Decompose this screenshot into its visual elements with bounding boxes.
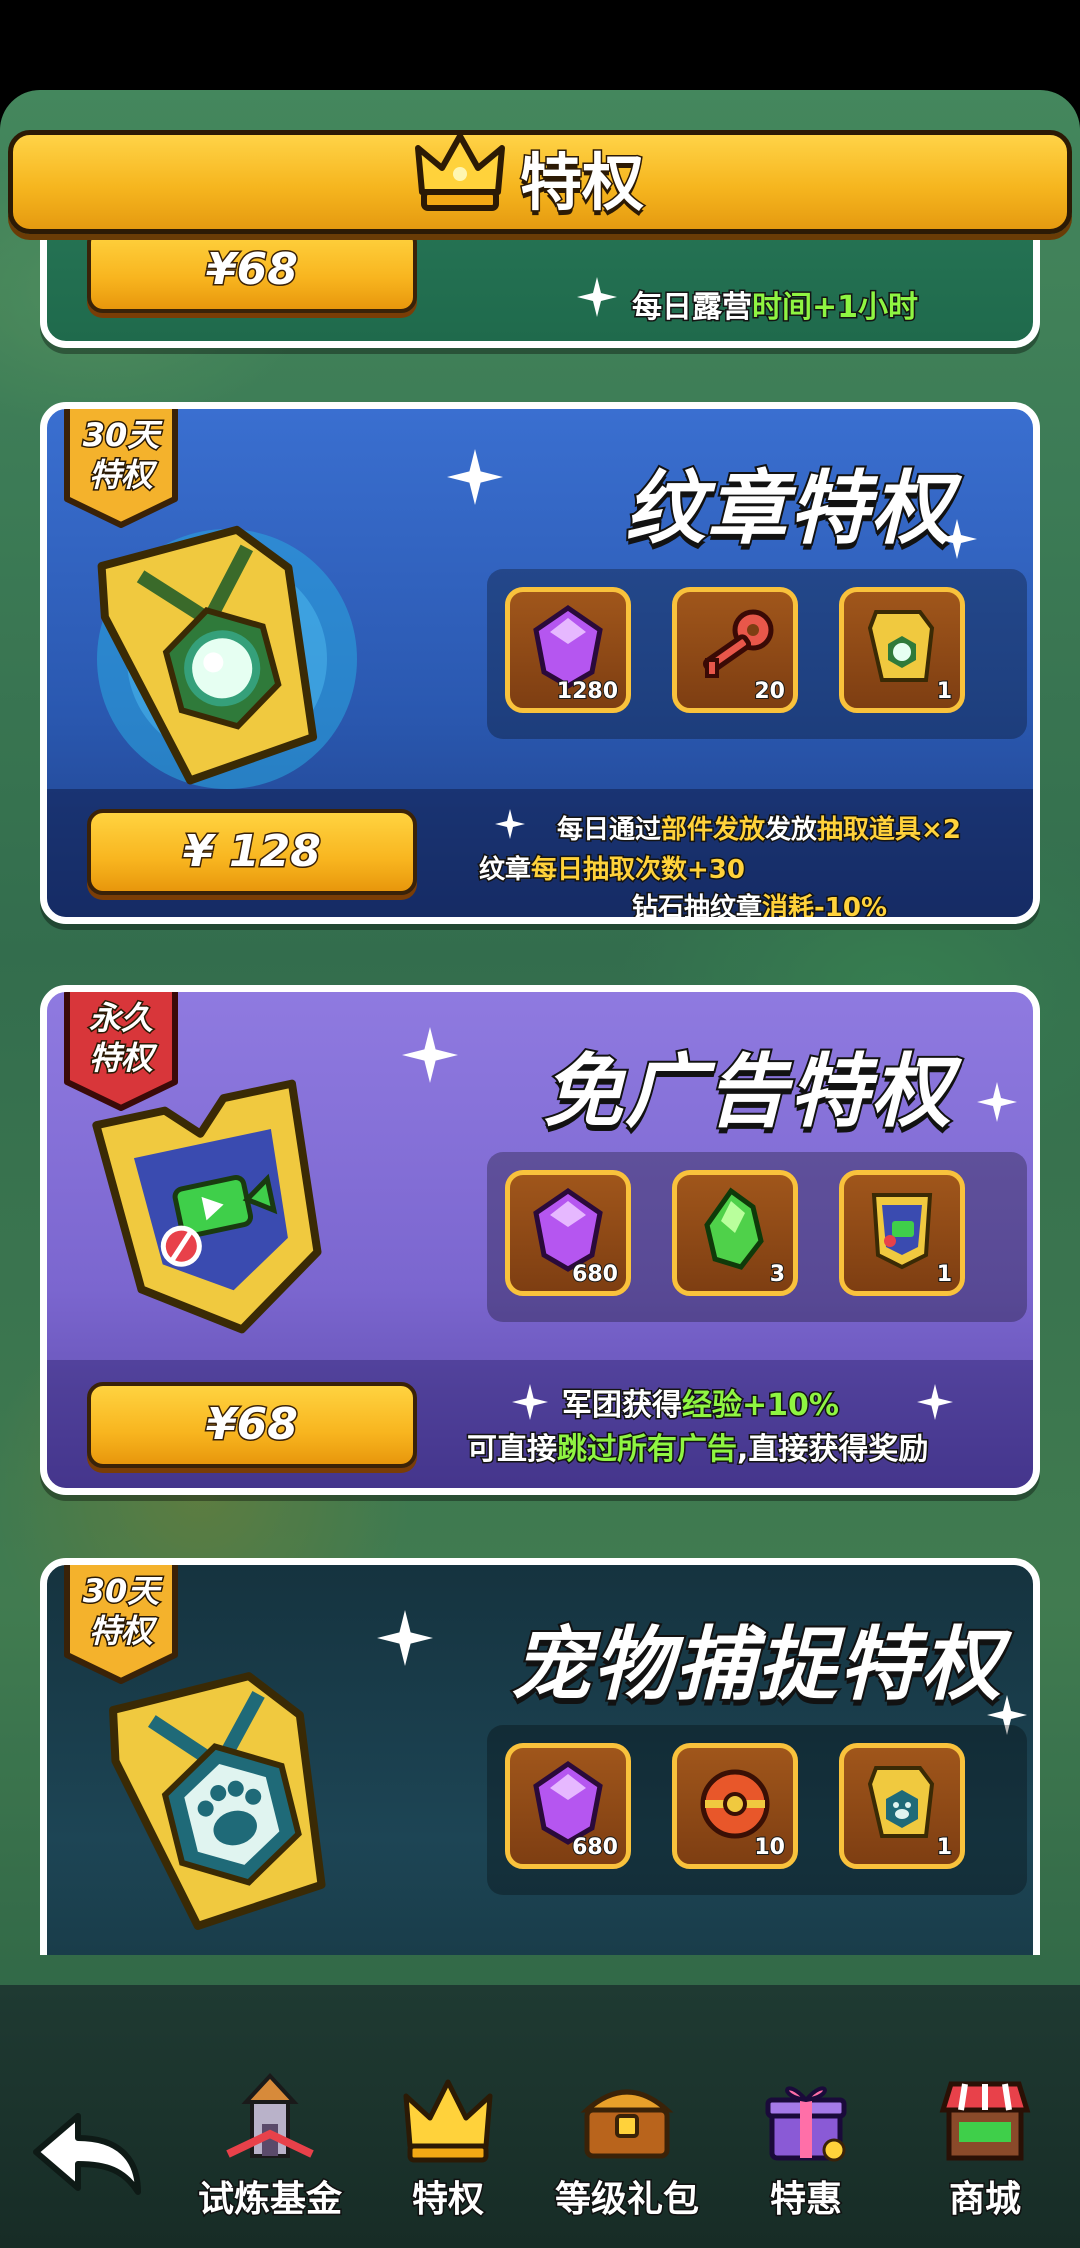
- privilege-card-emblem: 纹章特权 30天 特权 1280 20 1 ¥ 128 每日通过部件发放发放抽取…: [40, 402, 1040, 924]
- purple-gem-icon: [533, 1187, 603, 1272]
- no-ads-emblem-icon: [871, 1193, 933, 1270]
- back-arrow-icon: [33, 2113, 141, 2195]
- green-crystal-icon: [704, 1187, 764, 1270]
- privilege-description: 军团获得经验+10%: [561, 1387, 841, 1425]
- tower-icon: [226, 2073, 314, 2158]
- reward-slot[interactable]: 680: [505, 1170, 631, 1296]
- price-button[interactable]: ¥ 128: [87, 809, 417, 895]
- capture-ball-icon: [700, 1769, 770, 1839]
- privilege-description: 每日露营时间+1小时: [631, 289, 920, 327]
- privilege-description: 纹章每日抽取次数+30: [477, 854, 746, 887]
- shop-icon: [939, 2081, 1031, 2161]
- paw-emblem-icon: [867, 1766, 935, 1838]
- sparkle-icon: [447, 449, 503, 505]
- price-button[interactable]: ¥68: [87, 1382, 417, 1468]
- purple-gem-icon: [533, 604, 603, 689]
- nav-item-level-pack[interactable]: 等级礼包: [552, 2070, 702, 2222]
- card-title: 免广告特权: [541, 1043, 953, 1140]
- privilege-card-pet-capture: 宠物捕捉特权 30天 特权 680 10 1: [40, 1558, 1040, 1955]
- page-title: 特权: [518, 145, 645, 221]
- duration-badge: 30天 特权: [61, 1565, 181, 1685]
- card-title: 纹章特权: [623, 460, 953, 557]
- privilege-description: 钻石抽纹章消耗-10%: [630, 892, 888, 923]
- privilege-list[interactable]: ¥68 每日露营时间+1小时 纹章特权 30天 特权 1280 20 1 ¥ 1…: [0, 240, 1080, 1955]
- purple-gem-icon: [533, 1760, 603, 1845]
- card-title: 宠物捕捉特权: [509, 1616, 1003, 1713]
- emblem-icon: [867, 610, 935, 682]
- paw-emblem-artwork-icon: [109, 1672, 326, 1930]
- reward-slot[interactable]: 680: [505, 1743, 631, 1869]
- sparkle-icon: [577, 277, 617, 317]
- reward-slot[interactable]: 1: [839, 1743, 965, 1869]
- privilege-description: 可直接跳过所有广告,直接获得奖励: [466, 1431, 930, 1469]
- sparkle-icon: [377, 1610, 433, 1666]
- reward-slot[interactable]: 3: [672, 1170, 798, 1296]
- duration-badge: 30天 特权: [61, 409, 181, 529]
- sparkle-icon: [495, 809, 525, 839]
- emblem-artwork-icon: [97, 525, 357, 789]
- privilege-card-camping: ¥68 每日露营时间+1小时: [40, 240, 1040, 348]
- reward-slot[interactable]: 10: [672, 1743, 798, 1869]
- reward-slot[interactable]: 1: [839, 587, 965, 713]
- privilege-description: 每日通过部件发放发放抽取道具×2: [555, 814, 962, 847]
- nav-item-trial-fund[interactable]: 试炼基金: [195, 2070, 345, 2222]
- treasure-chest-icon: [580, 2089, 674, 2159]
- sparkle-icon: [937, 519, 977, 559]
- nav-item-special-offer[interactable]: 特惠: [731, 2070, 881, 2222]
- sparkle-icon: [402, 1027, 458, 1083]
- reward-slot[interactable]: 1280: [505, 587, 631, 713]
- price-button[interactable]: ¥68: [87, 240, 417, 313]
- sparkle-icon: [917, 1384, 953, 1420]
- reward-slot[interactable]: 1: [839, 1170, 965, 1296]
- privilege-card-no-ads: 免广告特权 永久 特权 680 3 1 ¥68 军团获得经验+10% 可直接跳过…: [40, 985, 1040, 1495]
- sparkle-icon: [977, 1082, 1017, 1122]
- crown-icon: [403, 2079, 493, 2163]
- gift-box-icon: [765, 2086, 847, 2162]
- crown-icon: [412, 122, 508, 218]
- reward-slot[interactable]: 20: [672, 587, 798, 713]
- nav-item-privilege[interactable]: 特权: [373, 2070, 523, 2222]
- back-button[interactable]: [28, 2108, 148, 2198]
- sparkle-icon: [512, 1384, 548, 1420]
- red-key-icon: [702, 609, 774, 678]
- nav-item-shop[interactable]: 商城: [910, 2070, 1060, 2222]
- duration-badge: 永久 特权: [61, 992, 181, 1112]
